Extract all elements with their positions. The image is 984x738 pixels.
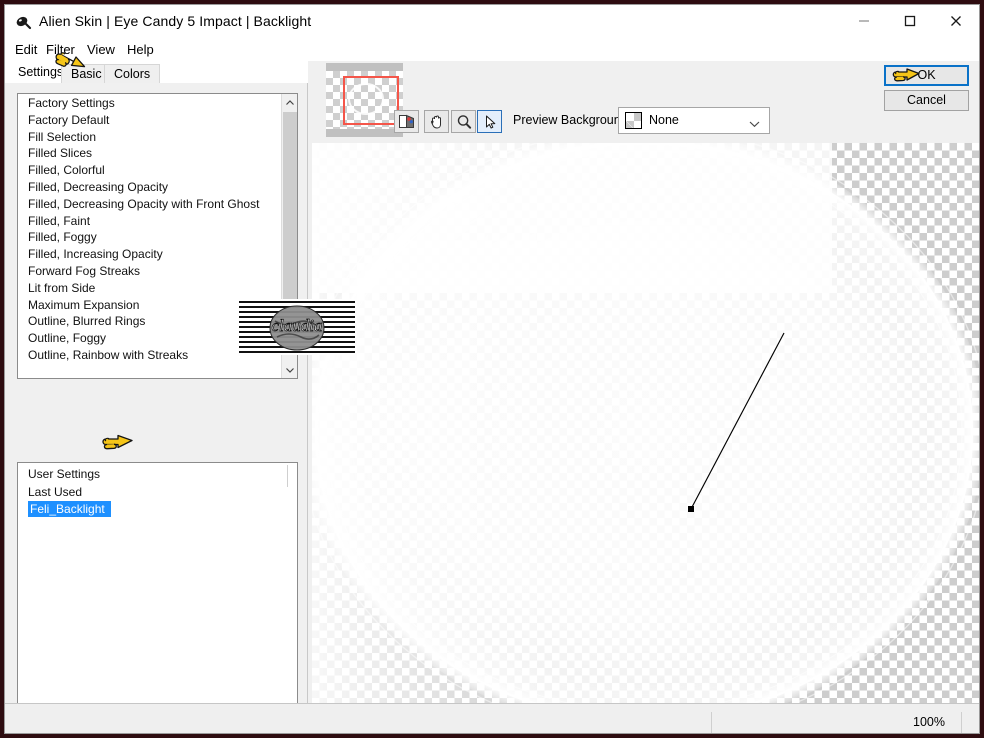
backlight-preview-render (312, 143, 979, 713)
hand-icon[interactable] (424, 110, 449, 133)
list-item[interactable]: Outline, Foggy (18, 330, 282, 347)
factory-settings-list: Factory Settings Factory Default Fill Se… (18, 94, 282, 378)
user-settings-header: User Settings (28, 467, 101, 481)
zoom-level-label: 100% (913, 715, 945, 729)
alien-skin-icon (14, 13, 32, 31)
list-item[interactable]: Filled, Decreasing Opacity (18, 179, 282, 196)
preview-background-value: None (649, 113, 679, 127)
factory-settings-header: Factory Settings (28, 96, 115, 110)
arrow-cursor-icon[interactable] (477, 110, 502, 133)
list-item[interactable]: Filled Slices (18, 145, 282, 162)
list-item[interactable]: Outline, Blurred Rings (18, 313, 282, 330)
menu-bar: Edit Filter View Help (5, 39, 979, 61)
magnifier-icon[interactable] (451, 110, 476, 133)
navigator-thumbnail[interactable] (326, 63, 403, 137)
color-picker-icon[interactable] (394, 110, 419, 133)
list-item[interactable]: Filled, Increasing Opacity (18, 246, 282, 263)
maximize-button[interactable] (887, 5, 933, 37)
preview-background-select[interactable]: None (618, 107, 770, 134)
status-bar-message-cell (5, 712, 712, 733)
close-button[interactable] (933, 5, 979, 37)
list-item[interactable]: Filled, Colorful (18, 162, 282, 179)
chevron-up-icon[interactable] (282, 94, 297, 111)
panel-divider (287, 465, 288, 487)
menu-item-help[interactable]: Help (121, 40, 160, 60)
list-item[interactable]: Factory Default (18, 112, 282, 129)
ok-button[interactable]: OK (884, 65, 969, 86)
chevron-down-icon[interactable] (282, 361, 297, 378)
settings-panel: Factory Settings Factory Default Fill Se… (5, 83, 308, 733)
list-item-selected[interactable]: Feli_Backlight (28, 501, 111, 517)
window-title: Alien Skin | Eye Candy 5 Impact | Backli… (39, 13, 312, 29)
factory-settings-listbox[interactable]: Factory Settings Factory Default Fill Se… (17, 93, 298, 379)
scrollbar-thumb[interactable] (283, 112, 297, 310)
list-item[interactable]: Maximum Expansion (18, 297, 282, 314)
tab-colors[interactable]: Colors (104, 64, 161, 83)
cancel-button[interactable]: Cancel (884, 90, 969, 111)
user-settings-listbox[interactable]: User Settings Last Used Feli_Backlight (17, 462, 298, 733)
list-item[interactable]: Fill Selection (18, 129, 282, 146)
list-item[interactable]: Filled, Decreasing Opacity with Front Gh… (18, 196, 282, 213)
chevron-down-icon[interactable] (749, 117, 760, 131)
list-item[interactable]: Filled, Foggy (18, 229, 282, 246)
list-item[interactable]: Filled, Faint (18, 213, 282, 230)
list-item[interactable]: Lit from Side (18, 280, 282, 297)
application-frame: Alien Skin | Eye Candy 5 Impact | Backli… (0, 0, 984, 738)
menu-item-view[interactable]: View (81, 40, 121, 60)
title-bar: Alien Skin | Eye Candy 5 Impact | Backli… (5, 5, 979, 39)
status-bar: 100% (5, 703, 979, 733)
checkerboard-swatch-icon (625, 112, 642, 129)
preview-background-label: Preview Background: (513, 113, 632, 127)
factory-list-scrollbar[interactable] (281, 94, 297, 378)
list-item[interactable]: Outline, Rainbow with Streaks (18, 347, 282, 364)
minimize-button[interactable] (841, 5, 887, 37)
tab-strip: Settings Basic Colors (5, 61, 308, 83)
list-item[interactable]: Last Used (18, 484, 297, 501)
list-item[interactable]: Forward Fog Streaks (18, 263, 282, 280)
preview-canvas[interactable] (312, 143, 979, 713)
navigator-viewport-rect[interactable] (343, 76, 399, 125)
menu-item-filter[interactable]: Filter (40, 40, 81, 60)
plugin-dialog-window: Alien Skin | Eye Candy 5 Impact | Backli… (4, 4, 980, 734)
menu-item-edit[interactable]: Edit (9, 40, 43, 60)
